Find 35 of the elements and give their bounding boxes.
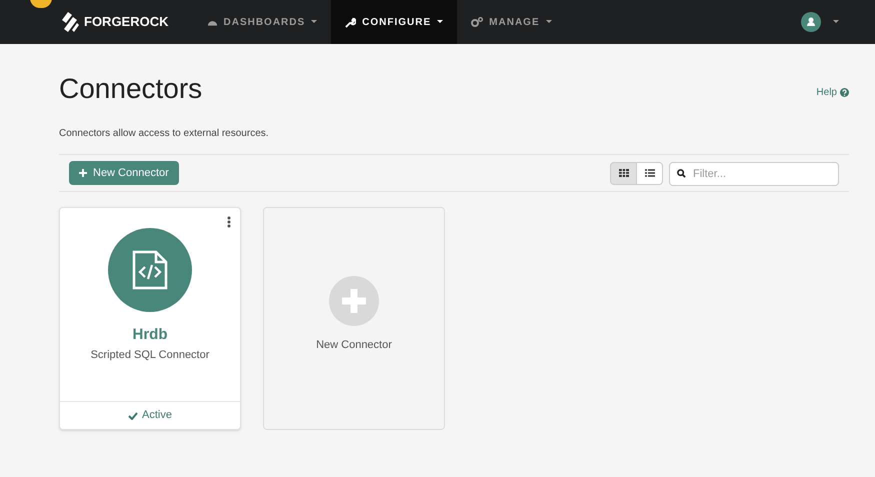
list-icon [644, 169, 654, 177]
help-icon [840, 88, 849, 97]
more-options-icon[interactable] [227, 216, 231, 228]
list-view-button[interactable] [636, 162, 663, 184]
search-icon [677, 169, 686, 178]
grid-view-button[interactable] [610, 162, 637, 184]
caret-icon [311, 20, 318, 24]
connector-status: Active [142, 408, 172, 424]
connector-name[interactable]: Hrdb [132, 324, 168, 346]
caret-icon [833, 20, 839, 24]
plus-circle-icon [329, 276, 379, 326]
brand-name: FORGEROCK [84, 13, 168, 32]
page-title: Connectors [59, 72, 202, 106]
connector-card[interactable]: Hrdb Scripted SQL Connector Active [59, 207, 241, 430]
filter-field[interactable]: Filter... [669, 162, 839, 186]
caret-icon [546, 20, 552, 24]
new-connector-label: New Connector [316, 338, 392, 353]
plus-icon [79, 169, 87, 177]
page-description: Connectors allow access to external resources. [59, 127, 270, 141]
connector-type: Scripted SQL Connector [90, 348, 210, 362]
gears-icon [471, 17, 484, 27]
check-icon [128, 412, 138, 420]
user-menu[interactable] [801, 12, 839, 32]
nav-menu[interactable]: DASHBOARDS [192, 0, 332, 44]
logo-icon [60, 11, 80, 33]
grid-icon [618, 169, 628, 177]
nav-menu[interactable]: MANAGE [457, 0, 566, 44]
caret-icon [437, 20, 444, 24]
nav-menu[interactable]: CONFIGURE [331, 0, 458, 44]
help-link[interactable]: Help [816, 85, 849, 100]
new-connector-button[interactable]: New Connector [69, 161, 179, 185]
user-avatar-icon [801, 12, 821, 32]
wrench-icon [345, 16, 356, 28]
code-file-icon [132, 250, 168, 290]
new-connector-card[interactable]: New Connector [263, 207, 445, 430]
